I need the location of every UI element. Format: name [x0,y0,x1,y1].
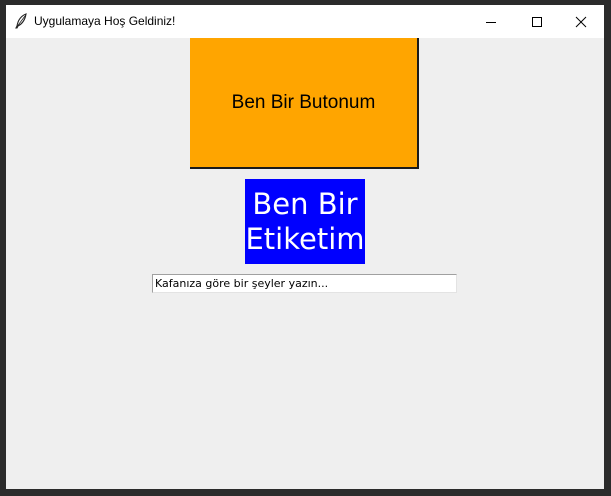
maximize-button[interactable] [514,5,560,38]
window-title: Uygulamaya Hoş Geldiniz! [34,14,176,28]
main-button[interactable]: Ben Bir Butonum [190,38,419,169]
minimize-icon [486,22,496,23]
title-bar[interactable]: Uygulamaya Hoş Geldiniz! [6,5,604,38]
close-button[interactable] [558,5,604,38]
minimize-button[interactable] [468,5,514,38]
text-entry[interactable] [152,274,457,293]
app-window: Uygulamaya Hoş Geldiniz! Ben Bir Butonum… [6,5,604,489]
close-icon [575,16,587,28]
blue-label: Ben Bir Etiketim [245,179,365,264]
feather-icon [14,13,28,29]
window-content: Ben Bir Butonum Ben Bir Etiketim [6,38,604,489]
maximize-icon [532,17,542,27]
